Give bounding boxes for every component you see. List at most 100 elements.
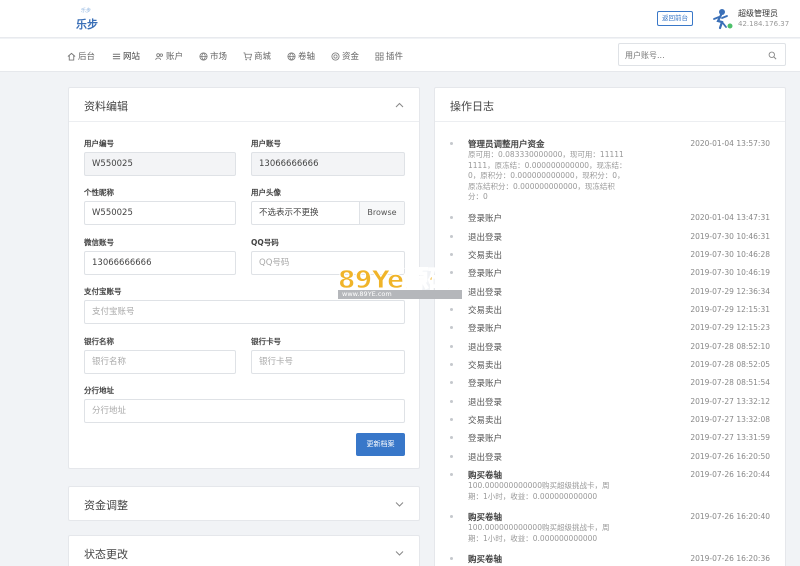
panel-header[interactable]: 资金调整 <box>69 487 419 521</box>
log-entry-title: 登录账户 <box>468 379 503 389</box>
log-bullet <box>450 400 453 403</box>
log-entry-title: 登录账户 <box>468 324 503 334</box>
browse-button[interactable]: Browse <box>359 202 404 224</box>
nav-item-plugins[interactable]: 插件 <box>375 50 403 62</box>
user-id-field: W550025 <box>84 152 236 176</box>
log-bullet <box>450 557 453 560</box>
bank-card-field[interactable]: 银行卡号 <box>251 350 405 374</box>
avatar-file-text: 不选表示不更换 <box>259 208 319 218</box>
log-entry-time: 2019-07-30 10:46:31 <box>690 232 770 241</box>
search-input[interactable] <box>625 48 765 62</box>
chevron-down-icon[interactable] <box>395 550 404 556</box>
log-entry-time: 2019-07-29 12:15:31 <box>690 305 770 314</box>
log-entry-time: 2019-07-26 16:20:40 <box>690 512 770 521</box>
nav-item-funds[interactable]: 资金 <box>331 50 359 62</box>
log-entry-title: 购买卷轴 <box>468 471 503 481</box>
log-entry-title: 退出登录 <box>468 453 503 463</box>
user-id-label: 用户编号 <box>84 139 114 148</box>
panel-header[interactable]: 状态更改 <box>69 536 419 566</box>
wechat-label: 微信账号 <box>84 238 114 247</box>
alipay-label: 支付宝账号 <box>84 287 122 296</box>
main-nav: 后台 网站 账户 市场 商城 卷轴 资金 插件 <box>0 39 800 72</box>
log-bullet <box>450 381 453 384</box>
nickname-label: 个性昵称 <box>84 188 114 197</box>
log-bullet <box>450 473 453 476</box>
log-entry-time: 2020-01-04 13:57:30 <box>690 139 770 148</box>
user-name[interactable]: 超级管理员 <box>738 8 778 19</box>
branch-label: 分行地址 <box>84 386 114 395</box>
qq-label: QQ号码 <box>251 238 279 247</box>
wechat-field[interactable]: 13066666666 <box>84 251 236 275</box>
top-header: 乐步 乐步 返回前台 超级管理员 42.184.176.37 <box>0 0 800 38</box>
nav-label: 卷轴 <box>298 52 316 62</box>
log-entry-title: 退出登录 <box>468 288 503 298</box>
log-bullet <box>450 142 453 145</box>
alipay-field[interactable]: 支付宝账号 <box>84 300 405 324</box>
avatar-file-input[interactable]: 不选表示不更换 Browse <box>251 201 405 225</box>
log-entry-time: 2019-07-27 13:32:12 <box>690 397 770 406</box>
chevron-down-icon[interactable] <box>395 501 404 507</box>
nav-item-market[interactable]: 市场 <box>199 50 227 62</box>
log-bullet <box>450 308 453 311</box>
status-change-panel[interactable]: 状态更改 <box>68 535 420 566</box>
log-bullet <box>450 363 453 366</box>
bank-name-field[interactable]: 银行名称 <box>84 350 236 374</box>
nickname-field[interactable]: W550025 <box>84 201 236 225</box>
log-bullet <box>450 326 453 329</box>
bank-card-label: 银行卡号 <box>251 337 281 346</box>
nav-label: 插件 <box>386 52 404 62</box>
log-bullet <box>450 345 453 348</box>
log-entry-time: 2019-07-26 16:20:50 <box>690 452 770 461</box>
nav-item-website[interactable]: 网站 <box>112 50 140 62</box>
panel-title: 操作日志 <box>450 100 494 113</box>
log-bullet <box>450 216 453 219</box>
log-entry-title: 管理员调整用户资金 <box>468 140 545 150</box>
nav-item-backend[interactable]: 后台 <box>67 50 95 62</box>
panel-header[interactable]: 资料编辑 <box>69 88 419 122</box>
avatar-label: 用户头像 <box>251 188 281 197</box>
log-entry-title: 退出登录 <box>468 343 503 353</box>
nav-item-scroll[interactable]: 卷轴 <box>287 50 315 62</box>
coin-icon <box>331 51 340 61</box>
log-entry-time: 2019-07-30 10:46:19 <box>690 268 770 277</box>
site-logo[interactable]: 乐步 乐步 <box>76 7 102 31</box>
log-entry-time: 2019-07-27 13:32:08 <box>690 415 770 424</box>
branch-field[interactable]: 分行地址 <box>84 399 405 423</box>
logo-small-text: 乐步 <box>81 8 92 14</box>
log-entry-title: 登录账户 <box>468 434 503 444</box>
update-profile-button[interactable]: 更新档案 <box>356 433 405 456</box>
logo-main-text: 乐步 <box>76 18 98 31</box>
log-entry-desc: 100.000000000000购买超级挑战卡，周期：1小时，收益：0.0000… <box>468 481 610 501</box>
nav-item-account[interactable]: 账户 <box>155 50 183 62</box>
log-entry-title: 登录账户 <box>468 214 503 224</box>
search-box <box>618 43 786 66</box>
back-to-frontend-button[interactable]: 返回前台 <box>657 11 693 26</box>
nav-label: 网站 <box>123 52 141 62</box>
panel-header: 操作日志 <box>435 88 785 122</box>
nav-item-mall[interactable]: 商城 <box>243 50 271 62</box>
log-entry-time: 2019-07-30 10:46:28 <box>690 250 770 259</box>
log-entry-desc: 100.000000000000购买超级挑战卡，周期：1小时，收益：0.0000… <box>468 523 610 543</box>
home-icon <box>67 52 76 61</box>
user-avatar-icon[interactable] <box>712 8 734 30</box>
user-ip: 42.184.176.37 <box>738 20 790 28</box>
users-icon <box>155 52 163 60</box>
log-entry-title: 交易卖出 <box>468 361 503 371</box>
nav-label: 商城 <box>254 52 272 62</box>
cart-icon <box>243 51 252 60</box>
log-entry-title: 购买卷轴 <box>468 513 503 523</box>
nav-label: 账户 <box>166 52 184 62</box>
log-entry-title: 退出登录 <box>468 233 503 243</box>
log-entry-time: 2019-07-29 12:15:23 <box>690 323 770 332</box>
chevron-up-icon[interactable] <box>395 102 404 108</box>
watermark: 89Ye源码 www.89YE.com <box>338 264 462 300</box>
log-bullet <box>450 418 453 421</box>
account-label: 用户账号 <box>251 139 281 148</box>
log-entry-title: 交易卖出 <box>468 306 503 316</box>
globe-icon <box>199 51 208 61</box>
operation-log-panel: 操作日志 管理员调整用户资金 2020-01-04 13:57:30 原可用：0.0… <box>434 87 786 566</box>
search-icon[interactable] <box>768 51 777 60</box>
panel-title: 状态更改 <box>84 548 128 561</box>
account-field: 13066666666 <box>251 152 405 176</box>
funds-adjust-panel[interactable]: 资金调整 <box>68 486 420 521</box>
